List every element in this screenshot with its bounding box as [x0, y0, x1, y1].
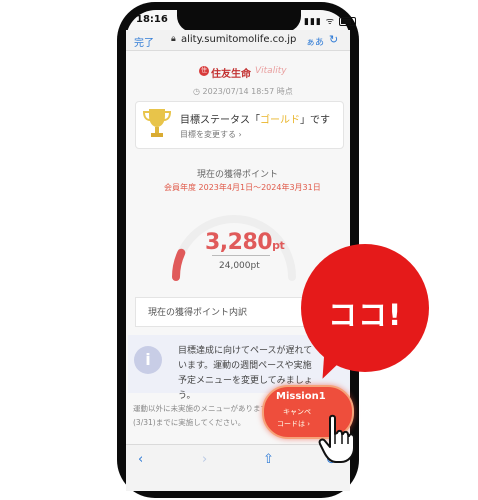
incomplete-note: 運動以外に未実施のメニューがあります(3/31)までに実施してください。 [133, 404, 268, 427]
info-icon: i [134, 346, 162, 374]
share-icon[interactable]: ⇧ [263, 452, 274, 467]
lock-icon: 🔒︎ [171, 34, 176, 44]
status-time: 18:16 [136, 14, 168, 25]
logo-subtitle: Vitality [255, 66, 287, 76]
points-heading: 現在の獲得ポイント [197, 170, 279, 180]
logo-text: 住友生命 [211, 69, 251, 80]
mission-line-3: コードは › [277, 420, 311, 428]
back-icon[interactable]: ‹ [138, 452, 143, 467]
goal-status-title: 目標ステータス「ゴールド」です [180, 115, 330, 126]
membership-period: 会員年度 2023年4月1日～2024年3月31日 [164, 183, 321, 192]
mission-title: Mission1 [276, 391, 326, 402]
points-value: 3,280pt [205, 230, 285, 255]
points-divider [212, 255, 270, 256]
battery-icon [338, 17, 356, 26]
pointing-hand-icon [318, 414, 355, 463]
logo-icon: 住 [199, 66, 209, 76]
url-text[interactable]: ality.sumitomolife.co.jp [181, 34, 296, 45]
trophy-icon [142, 109, 172, 137]
signal-wifi-battery-icon: ▮▮▮ ᯤ [304, 14, 356, 27]
signal-icon: ▮▮▮ ᯤ [304, 17, 335, 27]
done-button[interactable]: 完了 [134, 34, 154, 49]
points-unit: pt [272, 239, 285, 252]
points-gauge-fill [172, 248, 186, 281]
change-goal-link[interactable]: 目標を変更する › [180, 129, 242, 140]
reader-button[interactable]: ぁあ [306, 35, 324, 48]
points-breakdown-label: 現在の獲得ポイント内訳 [148, 308, 248, 318]
callout-text: ココ! [328, 298, 403, 332]
phone-notch [177, 10, 301, 32]
forward-icon[interactable]: › [202, 452, 207, 467]
reload-icon[interactable]: ↻ [329, 33, 338, 46]
goal-status-value: ゴールド [260, 115, 300, 126]
update-timestamp: ◷ 2023/07/14 18:57 時点 [193, 87, 293, 96]
mission-line-2: キャンペ [283, 408, 311, 416]
points-target: 24,000pt [219, 261, 260, 271]
